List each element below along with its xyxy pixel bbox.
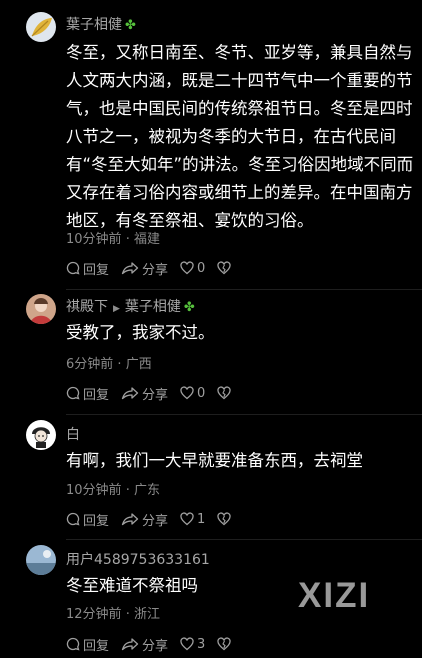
avatar-figure-icon <box>26 294 56 324</box>
action-bar: 回复 分享 0 <box>66 383 246 403</box>
divider <box>66 289 422 290</box>
dislike-button[interactable] <box>217 386 234 400</box>
heart-icon <box>180 261 194 275</box>
dislike-button[interactable] <box>217 261 234 275</box>
comment-text: 有啊，我们一大早就要准备东西，去祠堂 <box>66 451 363 470</box>
share-icon <box>121 638 139 651</box>
avatar-leaf-icon <box>26 12 56 42</box>
username[interactable]: 葉子相健 ✤ <box>66 14 136 34</box>
like-count: 1 <box>197 511 206 527</box>
broken-heart-icon <box>217 261 231 275</box>
comment-meta: 10分钟前 · 福建 <box>66 232 160 247</box>
reply-button[interactable]: 回复 <box>66 259 109 278</box>
clover-badge-icon: ✤ <box>125 18 136 33</box>
reply-icon <box>66 386 80 400</box>
reply-arrow-icon: ▶ <box>113 304 120 314</box>
heart-icon <box>180 386 194 400</box>
reply-icon <box>66 261 80 275</box>
like-button[interactable]: 0 <box>180 386 205 401</box>
reply-icon <box>66 637 80 651</box>
action-bar: 回复 分享 0 <box>66 258 246 278</box>
reply-button[interactable]: 回复 <box>66 510 109 529</box>
reply-icon <box>66 512 80 526</box>
like-count: 0 <box>197 385 206 401</box>
like-button[interactable]: 1 <box>180 512 205 527</box>
clover-badge-icon: ✤ <box>183 300 195 315</box>
share-button[interactable]: 分享 <box>121 635 168 654</box>
username[interactable]: 祺殿下 ▶ 葉子相健 ✤ <box>66 296 195 316</box>
comment-meta: 10分钟前 · 广东 <box>66 483 160 498</box>
comment-text: 冬至，又称日南至、冬节、亚岁等，兼具自然与人文两大内涵，既是二十四节气中一个重要… <box>66 43 414 230</box>
avatar[interactable] <box>26 294 56 324</box>
broken-heart-icon <box>217 386 231 400</box>
comment-meta: 6分钟前 · 广西 <box>66 357 152 372</box>
username[interactable]: 白 <box>66 424 80 444</box>
reply-button[interactable]: 回复 <box>66 384 109 403</box>
divider <box>66 414 422 415</box>
share-icon <box>121 262 139 275</box>
broken-heart-icon <box>217 637 231 651</box>
watermark: XIZI <box>298 576 371 615</box>
comment-text: 受教了，我家不过。 <box>66 323 215 342</box>
avatar[interactable] <box>26 420 56 450</box>
heart-icon <box>180 637 194 651</box>
comment-meta: 12分钟前 · 浙江 <box>66 607 160 622</box>
broken-heart-icon <box>217 512 231 526</box>
share-button[interactable]: 分享 <box>121 259 168 278</box>
like-button[interactable]: 3 <box>180 637 205 652</box>
avatar[interactable] <box>26 545 56 575</box>
share-icon <box>121 387 139 400</box>
avatar-landscape-icon <box>26 545 56 575</box>
heart-icon <box>180 512 194 526</box>
like-count: 0 <box>197 260 206 276</box>
reply-to-username[interactable]: 葉子相健 <box>125 299 181 315</box>
like-button[interactable]: 0 <box>180 261 205 276</box>
dislike-button[interactable] <box>217 512 234 526</box>
action-bar: 回复 分享 1 <box>66 509 246 529</box>
share-icon <box>121 513 139 526</box>
divider <box>66 539 422 540</box>
dislike-button[interactable] <box>217 637 234 651</box>
reply-button[interactable]: 回复 <box>66 635 109 654</box>
share-button[interactable]: 分享 <box>121 510 168 529</box>
action-bar: 回复 分享 3 <box>66 634 246 654</box>
like-count: 3 <box>197 636 206 652</box>
avatar-cartoon-icon <box>26 420 56 450</box>
share-button[interactable]: 分享 <box>121 384 168 403</box>
avatar[interactable] <box>26 12 56 42</box>
username[interactable]: 用户4589753633161 <box>66 549 210 569</box>
